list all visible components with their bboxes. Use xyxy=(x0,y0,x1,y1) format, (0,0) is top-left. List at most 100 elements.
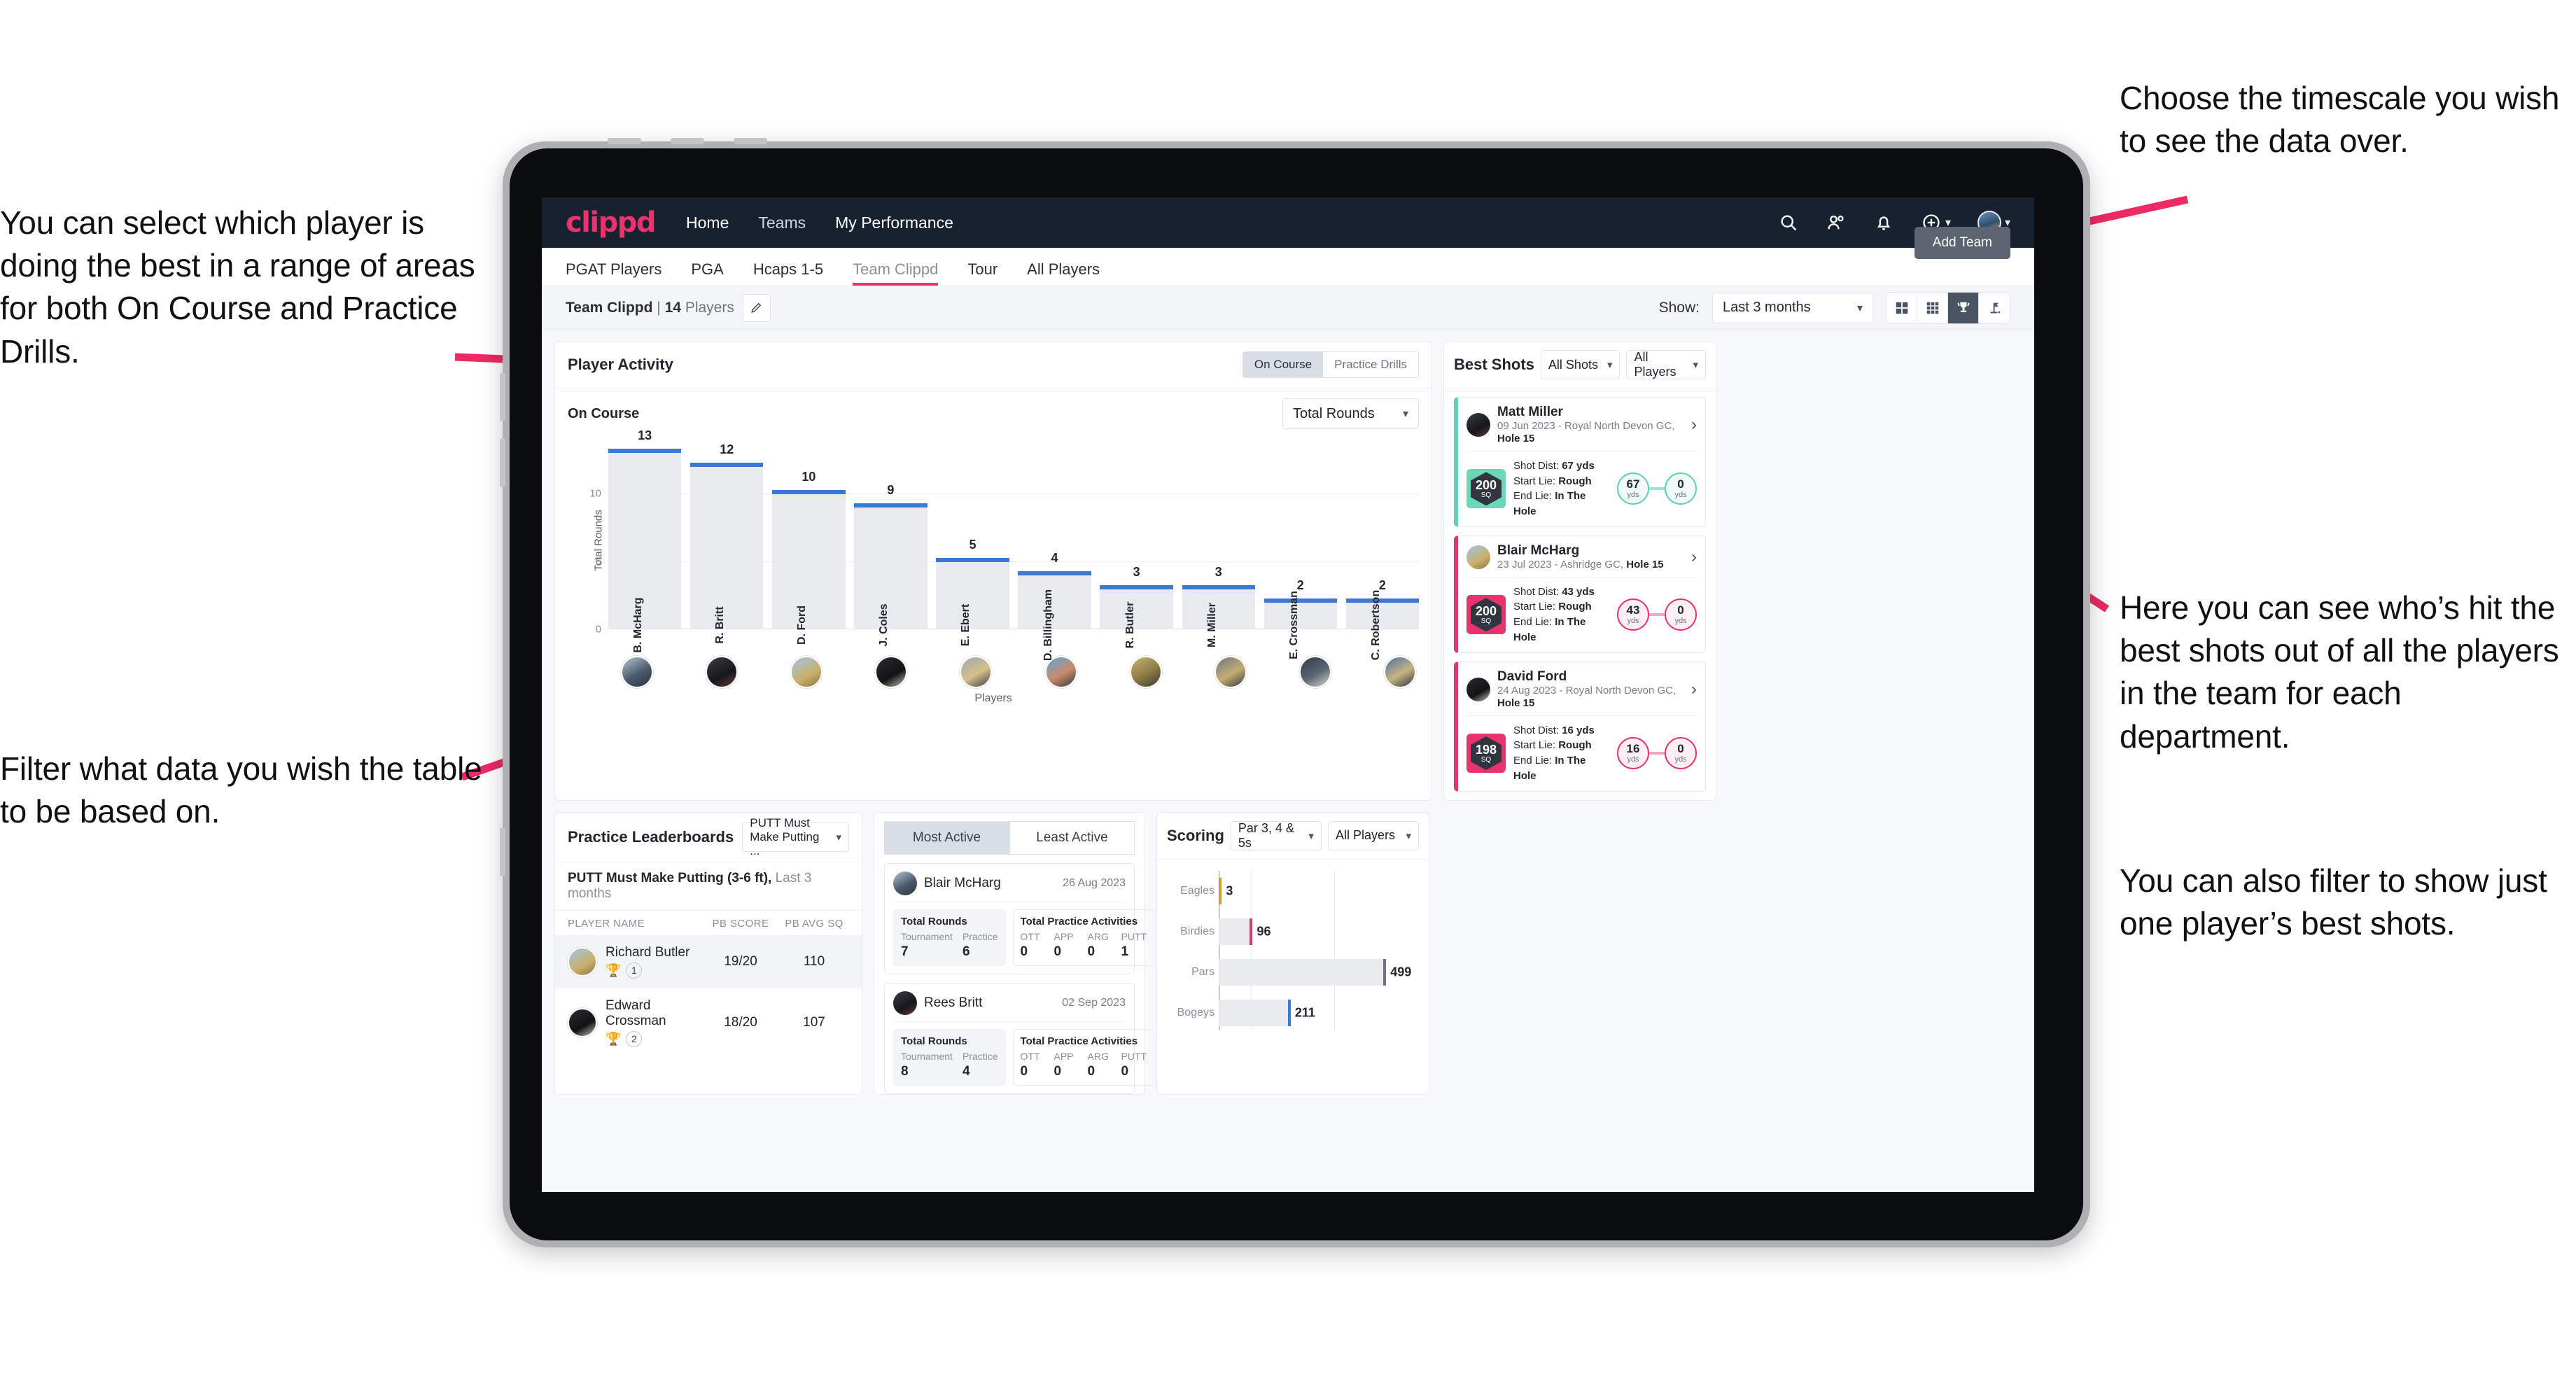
rounds-col: Tournament 8 xyxy=(901,1051,953,1079)
metric-select[interactable]: Total Rounds ▾ xyxy=(1282,398,1419,429)
people-icon[interactable] xyxy=(1826,212,1847,233)
player-avatar[interactable] xyxy=(1214,656,1247,688)
search-icon[interactable] xyxy=(1778,212,1799,233)
player-avatar[interactable] xyxy=(706,656,738,688)
nav-link-teams[interactable]: Teams xyxy=(758,214,806,232)
bar[interactable]: 9 J. Coles xyxy=(854,483,927,647)
table-row[interactable]: Edward Crossman 🏆 2 18/20 107 xyxy=(555,988,862,1057)
scoring-bar[interactable]: 96 xyxy=(1219,918,1270,945)
drill-select[interactable]: PUTT Must Make Putting ... ▾ xyxy=(742,816,849,858)
practice-col-label: OTT xyxy=(1020,930,1040,942)
shot-quality-unit: SQ xyxy=(1480,491,1492,499)
player-avatar[interactable] xyxy=(790,656,823,688)
bar[interactable]: 2 C. Robertson xyxy=(1345,578,1420,660)
player-avatar[interactable] xyxy=(893,871,917,895)
activity-player-card[interactable]: Rees Britt 02 Sep 2023 Total Rounds Tournam… xyxy=(884,982,1155,1094)
bar[interactable]: 2 E. Crossman xyxy=(1264,578,1337,659)
practice-col-label: PUTT xyxy=(1121,930,1147,942)
player-avatar[interactable] xyxy=(1298,656,1331,688)
player-avatar[interactable] xyxy=(1466,545,1490,569)
tab-team-clippd[interactable]: Team Clippd xyxy=(853,260,939,286)
player-avatar[interactable] xyxy=(893,990,917,1015)
segment-practice-drills[interactable]: Practice Drills xyxy=(1323,352,1418,377)
bar[interactable]: 10 D. Ford xyxy=(772,470,846,645)
scoring-bar-row[interactable]: Birdies 96 xyxy=(1180,911,1418,952)
bar-column[interactable]: 12 R. Britt xyxy=(690,439,764,644)
best-shots-player-select[interactable]: All Players ▾ xyxy=(1626,350,1707,379)
nav-link-my-performance[interactable]: My Performance xyxy=(835,214,953,232)
best-shot-card[interactable]: David Ford 24 Aug 2023 - Royal North Devo… xyxy=(1454,661,1706,792)
bar-column[interactable]: 13 B. McHarg xyxy=(608,428,682,653)
player-avatar[interactable] xyxy=(568,946,597,976)
bar[interactable]: 4 D. Billingham xyxy=(1018,551,1091,661)
player-avatar[interactable] xyxy=(1466,677,1490,701)
scoring-player-select[interactable]: All Players ▾ xyxy=(1327,820,1419,850)
tab-tour[interactable]: Tour xyxy=(967,260,997,286)
player-avatar[interactable] xyxy=(568,1007,597,1037)
bar-column[interactable]: 2 C. Robertson xyxy=(1345,439,1420,660)
tab-pgat-players[interactable]: PGAT Players xyxy=(566,260,662,286)
team-toolbar: Team Clippd | 14 Players Show: Last 3 mo… xyxy=(542,286,2034,330)
player-avatar[interactable] xyxy=(875,656,908,688)
player-avatar[interactable] xyxy=(1466,412,1490,437)
end-lie-label: End Lie: xyxy=(1513,490,1555,503)
tab-pga[interactable]: PGA xyxy=(691,260,723,286)
start-lie-row: Start Lie: Rough xyxy=(1513,738,1609,753)
bar-cap xyxy=(772,489,846,494)
device-button-1 xyxy=(608,138,641,144)
chevron-right-icon[interactable]: › xyxy=(1691,680,1697,699)
best-shot-card[interactable]: Matt Miller 09 Jun 2023 - Royal North Dev… xyxy=(1454,397,1706,527)
edit-team-button[interactable] xyxy=(742,293,771,322)
bar-column[interactable]: 4 D. Billingham xyxy=(1018,439,1091,661)
dashboard-row-1: Player Activity On Course Practice Drill… xyxy=(554,341,2022,801)
activity-player-card[interactable]: Blair McHarg 26 Aug 2023 Total Rounds Tourn… xyxy=(884,862,1155,974)
tab-least-active[interactable]: Least Active xyxy=(1009,820,1135,855)
player-avatar[interactable] xyxy=(1383,656,1416,688)
scoring-bar-row[interactable]: Eagles 3 xyxy=(1180,871,1418,911)
add-team-button[interactable]: Add Team xyxy=(1914,227,2010,259)
scoring-bar-cap xyxy=(1383,958,1387,986)
bar-value-label: 5 xyxy=(969,537,976,552)
player-avatar[interactable] xyxy=(1129,656,1162,688)
bar-column[interactable]: 5 E. Ebert xyxy=(936,439,1009,646)
activity-card-list: Blair McHarg 26 Aug 2023 Total Rounds Tourn… xyxy=(874,862,1155,1094)
brand-logo[interactable]: clippd xyxy=(566,206,657,239)
nav-link-home[interactable]: Home xyxy=(686,214,729,232)
best-shots-card: Best Shots All Shots ▾ All Players ▾ Mat… xyxy=(1443,341,1716,801)
bell-icon[interactable] xyxy=(1873,212,1894,233)
timescale-select[interactable]: Last 3 months ▾ xyxy=(1712,292,1873,323)
player-avatar[interactable] xyxy=(621,656,653,688)
shot-type-select[interactable]: All Shots ▾ xyxy=(1540,350,1620,379)
view-grid-3x3-button[interactable] xyxy=(1917,292,1948,323)
chevron-right-icon[interactable]: › xyxy=(1691,547,1697,567)
player-avatar[interactable] xyxy=(960,656,993,688)
bar-column[interactable]: 9 J. Coles xyxy=(854,439,927,647)
par-select[interactable]: Par 3, 4 & 5s ▾ xyxy=(1230,820,1322,850)
chevron-right-icon[interactable]: › xyxy=(1691,415,1697,435)
total-rounds-box: Total Rounds Tournament 7 Practice 6 xyxy=(893,909,1006,966)
scoring-bar[interactable]: 211 xyxy=(1219,999,1315,1026)
tab-hcaps-1-5[interactable]: Hcaps 1-5 xyxy=(753,260,823,286)
scoring-bar-row[interactable]: Pars 499 xyxy=(1191,952,1418,993)
scoring-bar-row[interactable]: Bogeys 211 xyxy=(1177,993,1418,1030)
table-row[interactable]: Richard Butler 🏆 1 19/20 110 xyxy=(555,934,862,988)
bar-column[interactable]: 10 D. Ford xyxy=(772,439,846,645)
bar[interactable]: 12 R. Britt xyxy=(690,442,764,644)
segment-on-course[interactable]: On Course xyxy=(1242,352,1324,377)
view-trophy-button[interactable] xyxy=(1948,292,1979,323)
scoring-bar[interactable]: 499 xyxy=(1219,958,1411,986)
tab-most-active[interactable]: Most Active xyxy=(884,820,1009,855)
view-flagstick-button[interactable] xyxy=(1979,292,2010,323)
bar-column[interactable]: 3 R. Butler xyxy=(1100,439,1173,648)
best-shot-card[interactable]: Blair McHarg 23 Jul 2023 - Ashridge GC, H… xyxy=(1454,535,1706,653)
leaderboard-player-name: Edward Crossman xyxy=(606,997,666,1028)
bar[interactable]: 13 B. McHarg xyxy=(608,428,682,653)
bar-column[interactable]: 2 E. Crossman xyxy=(1264,439,1337,659)
bar[interactable]: 3 R. Butler xyxy=(1100,565,1173,648)
bar[interactable]: 5 E. Ebert xyxy=(936,538,1009,646)
tab-all-players[interactable]: All Players xyxy=(1027,260,1100,286)
bar-column[interactable]: 3 M. Miller xyxy=(1182,439,1255,648)
view-grid-2x2-button[interactable] xyxy=(1886,292,1917,323)
bar[interactable]: 3 M. Miller xyxy=(1182,565,1255,648)
bar-cap xyxy=(936,557,1009,562)
